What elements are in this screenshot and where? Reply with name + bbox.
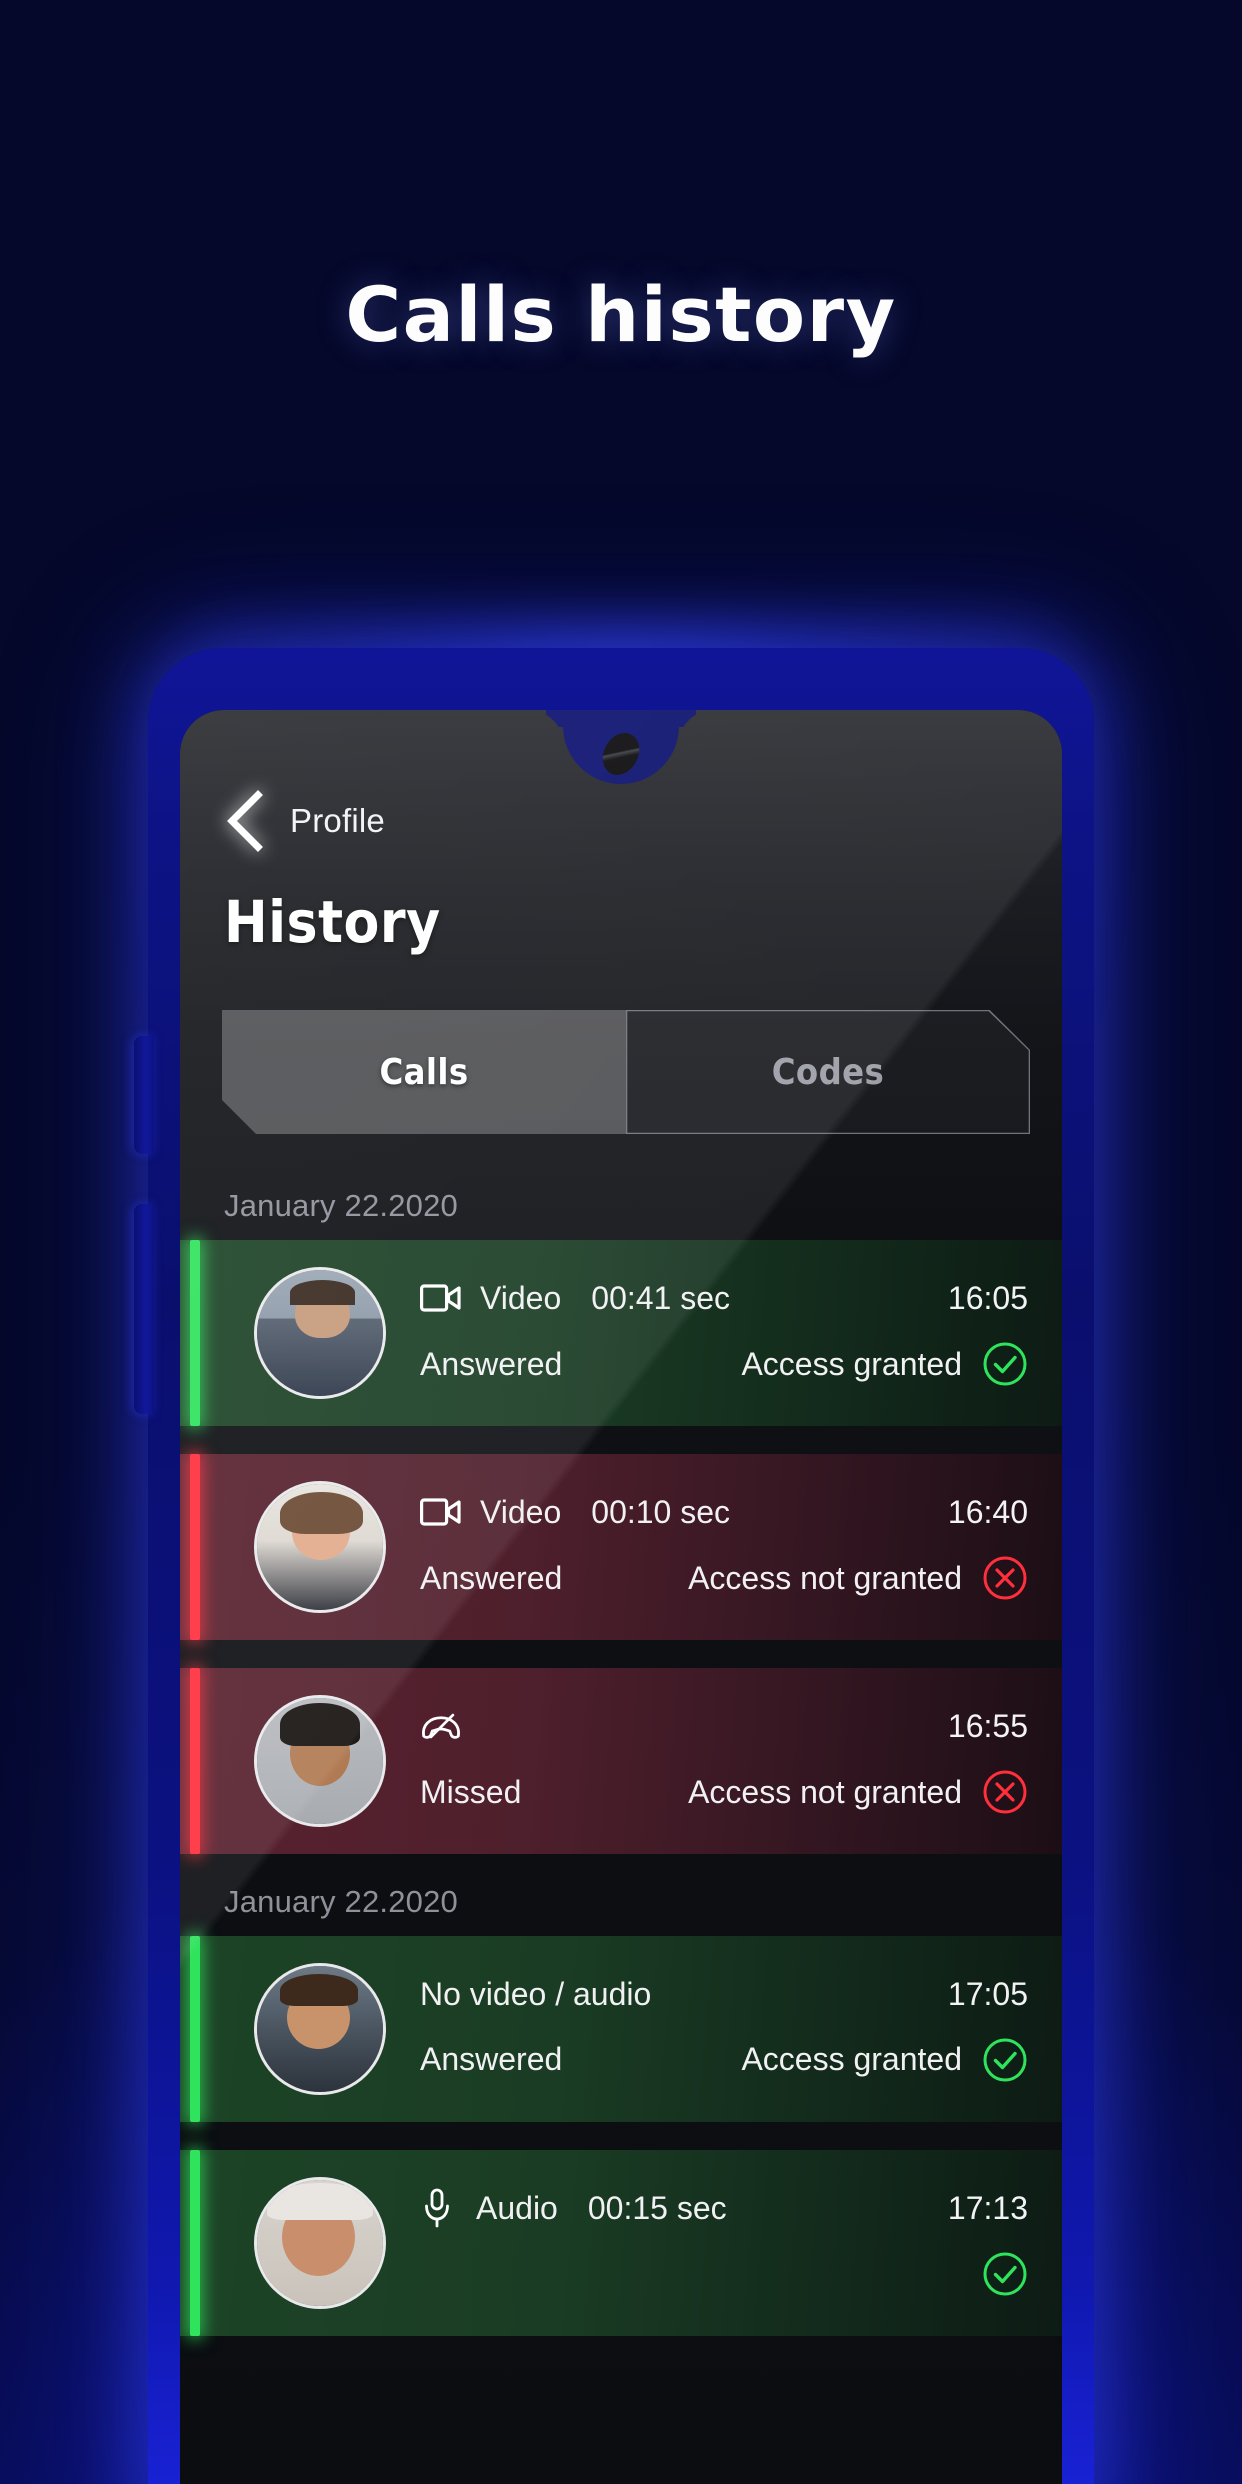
check-circle-icon — [982, 2037, 1028, 2083]
call-duration: 00:10 sec — [591, 1493, 731, 1530]
avatar — [254, 1963, 386, 2095]
avatar — [254, 1695, 386, 1827]
chevron-left-icon[interactable] — [222, 790, 264, 852]
call-duration: 00:41 sec — [591, 1279, 731, 1316]
history-tabs: Calls Codes — [222, 1010, 1030, 1134]
call-time: 16:55 — [947, 1707, 1028, 1744]
call-status: Answered — [420, 1345, 563, 1382]
check-circle-icon — [982, 1341, 1028, 1387]
call-time: 17:13 — [947, 2189, 1028, 2226]
media-type: Video — [480, 1493, 562, 1530]
row-content: Video 00:10 sec 16:40 Answered Access no… — [420, 1484, 1028, 1610]
back-nav[interactable]: Profile — [222, 790, 385, 852]
table-row[interactable]: 16:55 Missed Access not granted — [180, 1668, 1062, 1854]
missed-call-icon — [420, 1707, 462, 1745]
page-title: History — [224, 888, 441, 956]
access-status: Access not granted — [688, 1773, 962, 1810]
row-accent-bar — [190, 1240, 200, 1426]
calls-list[interactable]: January 22.2020 Video 00:41 sec 16:05 An… — [180, 1158, 1062, 2484]
row-accent-bar — [190, 1454, 200, 1640]
call-duration: 00:15 sec — [587, 2189, 727, 2226]
date-header: January 22.2020 — [224, 1188, 458, 1223]
microphone-icon — [420, 2188, 454, 2228]
media-type: No video / audio — [420, 1975, 652, 2012]
check-circle-icon — [982, 2251, 1028, 2297]
call-status: Missed — [420, 1773, 522, 1810]
video-camera-icon — [420, 1279, 462, 1317]
call-status: Answered — [420, 1559, 563, 1596]
table-row[interactable]: Video 00:41 sec 16:05 Answered Access gr… — [180, 1240, 1062, 1426]
access-status: Access not granted — [688, 1559, 962, 1596]
promo-screen: Calls history Profile History Calls Code… — [0, 0, 1242, 2484]
row-accent-bar — [190, 2150, 200, 2336]
x-circle-icon — [982, 1769, 1028, 1815]
avatar — [254, 1481, 386, 1613]
table-row[interactable]: Video 00:10 sec 16:40 Answered Access no… — [180, 1454, 1062, 1640]
call-status: Answered — [420, 2041, 563, 2077]
phone-frame: Profile History Calls Codes January 22.2… — [134, 648, 1094, 2484]
tab-calls[interactable]: Calls — [222, 1010, 626, 1134]
media-type: Audio — [476, 2189, 558, 2226]
row-content: Video 00:41 sec 16:05 Answered Access gr… — [420, 1270, 1028, 1396]
table-row[interactable]: Audio 00:15 sec 17:13 — [180, 2150, 1062, 2336]
phone-power-button[interactable] — [134, 1204, 154, 1414]
video-camera-icon — [420, 1493, 462, 1531]
phone-volume-button[interactable] — [134, 1036, 154, 1154]
date-header: January 22.2020 — [224, 1884, 458, 1919]
media-type: Video — [480, 1279, 562, 1316]
promo-headline: Calls history — [345, 270, 897, 359]
call-time: 16:05 — [947, 1279, 1028, 1316]
call-time: 17:05 — [947, 1975, 1028, 2012]
call-time: 16:40 — [947, 1493, 1028, 1530]
x-circle-icon — [982, 1555, 1028, 1601]
table-row[interactable]: No video / audio 17:05 Answered Access g… — [180, 1936, 1062, 2122]
access-status: Access granted — [741, 2041, 962, 2077]
avatar — [254, 2177, 386, 2309]
row-content: 16:55 Missed Access not granted — [420, 1698, 1028, 1824]
back-nav-label: Profile — [290, 802, 385, 839]
row-content: Audio 00:15 sec 17:13 — [420, 2180, 1028, 2306]
row-accent-bar — [190, 1936, 200, 2122]
tab-codes-label: Codes — [771, 1051, 885, 1093]
row-accent-bar — [190, 1668, 200, 1854]
tab-calls-label: Calls — [379, 1051, 469, 1093]
tab-codes[interactable]: Codes — [626, 1010, 1030, 1134]
phone-screen: Profile History Calls Codes January 22.2… — [180, 710, 1062, 2484]
avatar — [254, 1267, 386, 1399]
access-status: Access granted — [741, 1345, 962, 1382]
row-content: No video / audio 17:05 Answered Access g… — [420, 1966, 1028, 2092]
